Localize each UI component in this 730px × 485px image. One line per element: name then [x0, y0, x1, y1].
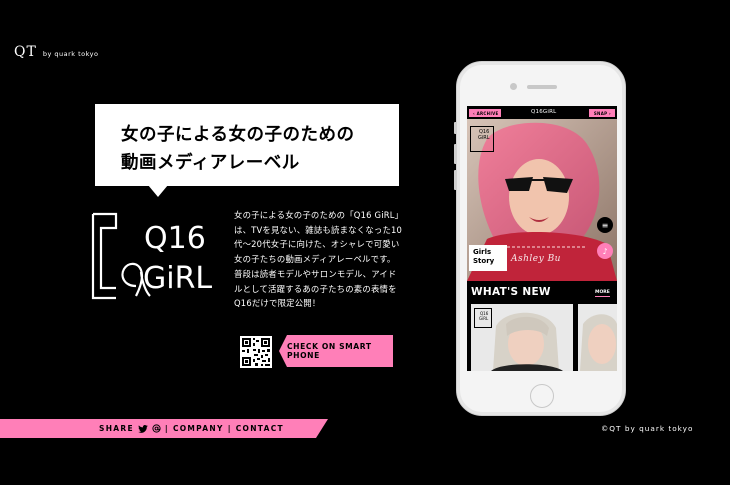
phone-speaker	[527, 85, 557, 89]
footer-separator: |	[164, 424, 169, 433]
app-logo: Q16GiRL	[531, 109, 557, 115]
phone-side-button	[454, 122, 457, 134]
description-line: は、TVを見ない、雑誌も読まなくなった10	[234, 224, 403, 235]
description: 女の子による女の子のための「Q16 GiRL」 は、TVを見ない、雑誌も読まなく…	[234, 208, 404, 311]
footer-nav-bar: SHARE | COMPANY | CONTACT	[0, 419, 328, 438]
headline-line2: 動画メディアレーベル	[121, 153, 300, 173]
video-card[interactable]: Q16 GiRL	[471, 304, 573, 371]
whats-new-heading: WHAT'S NEW	[471, 286, 551, 298]
q16-logo-text-1: Q16	[144, 221, 206, 256]
description-line: Q16だけで限定公開！	[234, 298, 321, 309]
card-badge-line2: GiRL	[479, 316, 489, 321]
bubble-tail	[148, 185, 168, 197]
snap-label: SNAP	[593, 110, 608, 116]
archive-button[interactable]: ‹ ARCHIVE	[469, 109, 501, 117]
at-icon[interactable]	[152, 424, 161, 433]
hero-badge-line1: Q16	[479, 129, 490, 135]
card-badge: Q16 GiRL	[474, 308, 492, 328]
company-link[interactable]: COMPANY	[173, 424, 224, 433]
music-icon[interactable]: ♪	[597, 243, 613, 259]
check-on-smartphone-button[interactable]: CHECK ON SMART PHONE	[279, 335, 393, 367]
q16-girl-logo: Q16 GiRL	[90, 212, 218, 308]
phone-side-button	[454, 144, 457, 164]
hero-badge-line2: GiRL	[478, 135, 490, 141]
description-line: 女の子による女の子のための「Q16 GiRL」	[234, 210, 404, 220]
card-thumbnail	[578, 304, 617, 371]
headline-line1: 女の子による女の子のための	[121, 125, 355, 145]
q16-logo-text-2: GiRL	[143, 261, 212, 296]
girls-story-line1: Girls	[473, 248, 492, 256]
video-card[interactable]	[578, 304, 617, 371]
card-badge-line1: Q16	[480, 311, 489, 316]
phone-camera	[510, 83, 517, 90]
hero-badge: Q16 GiRL	[470, 126, 494, 152]
twitter-icon[interactable]	[138, 425, 148, 433]
description-line: 女の子たちの動画メディアレーベルです。	[234, 254, 396, 265]
chevron-right-icon: ›	[607, 110, 611, 116]
description-line: 代〜20代女子に向けた、オシャレで可愛い	[234, 239, 400, 250]
more-link[interactable]: MORE	[595, 290, 610, 297]
archive-label: ARCHIVE	[476, 110, 499, 116]
description-line: 普段は読者モデルやサロンモデル、アイド	[234, 268, 397, 279]
menu-icon[interactable]: ≡	[597, 217, 613, 233]
phone-side-button	[454, 170, 457, 190]
signature-text: Ashley Bu	[511, 254, 561, 264]
brand-sub: by quark tokyo	[42, 50, 99, 58]
footer-separator: |	[227, 424, 232, 433]
phone-home-button	[530, 384, 554, 408]
description-line: ルとして活躍するあの子たちの素の表情を	[234, 283, 397, 294]
phone-mockup: ‹ ARCHIVE Q16GiRL SNAP › Q16 GiRL ≡ ♪ Gi…	[454, 61, 626, 416]
copyright: ©QT by quark tokyo	[601, 424, 694, 433]
hero-video[interactable]: Q16 GiRL ≡ ♪ Girls Story Ashley Bu	[467, 119, 617, 281]
brand-logo[interactable]: QT by quark tokyo	[14, 44, 98, 60]
girls-story-label: Girls Story	[469, 245, 507, 271]
q16-logo-graphic: Q16 GiRL	[91, 212, 212, 300]
snap-button[interactable]: SNAP ›	[589, 109, 615, 117]
qr-code-icon	[240, 336, 272, 368]
headline-bubble: 女の子による女の子のための 動画メディアレーベル	[95, 104, 399, 186]
share-label: SHARE	[99, 424, 134, 433]
contact-link[interactable]: CONTACT	[236, 424, 284, 433]
app-header: ‹ ARCHIVE Q16GiRL SNAP ›	[467, 106, 617, 119]
brand-mark: QT	[14, 44, 37, 60]
phone-screen: ‹ ARCHIVE Q16GiRL SNAP › Q16 GiRL ≡ ♪ Gi…	[467, 106, 617, 371]
girls-story-line2: Story	[473, 257, 495, 265]
